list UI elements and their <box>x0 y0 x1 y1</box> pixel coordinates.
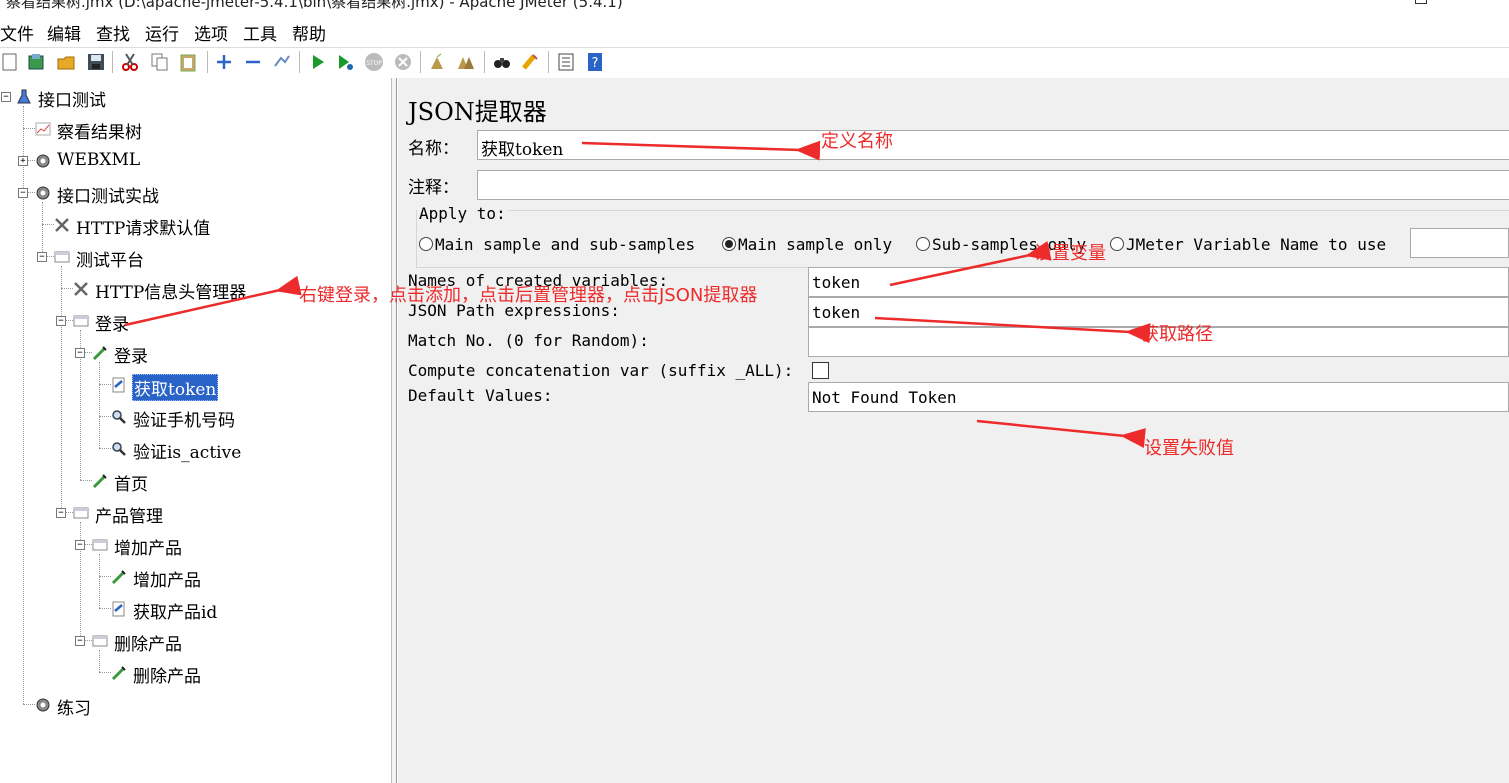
menu-options[interactable]: 选项 <box>194 20 228 45</box>
menu-bar: 文件 编辑 查找 运行 选项 工具 帮助 <box>0 18 1509 45</box>
menu-tools[interactable]: 工具 <box>243 20 277 45</box>
radio-button-icon <box>419 237 433 251</box>
flask-icon <box>17 89 31 104</box>
name-label: 名称： <box>408 139 459 159</box>
templates-icon[interactable] <box>26 52 46 72</box>
controller-icon <box>92 635 108 647</box>
radio-button-icon <box>1110 237 1124 251</box>
var-names-input[interactable]: token <box>808 267 1509 297</box>
note-define-name: 定义名称 <box>821 131 893 152</box>
expander-root[interactable]: − <box>1 92 11 102</box>
expander-delete-product[interactable]: − <box>75 636 85 646</box>
json-extractor-panel: JSON提取器 名称： 获取token 注释： Apply to: Main s… <box>398 78 1509 783</box>
svg-text:STOP: STOP <box>366 60 382 67</box>
default-values-input[interactable]: Not Found Token <box>808 382 1509 412</box>
note-right-click-hint: 右键登录，点击添加，点击后置管理器，点击JSON提取器 <box>299 285 758 306</box>
controller-icon <box>92 539 108 551</box>
menu-file[interactable]: 文件 <box>0 20 34 45</box>
gear-icon <box>36 154 50 168</box>
pipette-icon <box>92 346 107 361</box>
radio-button-selected-icon <box>722 237 736 251</box>
expander-platform[interactable]: − <box>37 252 47 262</box>
apply-to-label: Apply to: <box>417 204 508 223</box>
jmeter-variable-input[interactable] <box>1410 228 1509 258</box>
default-values-label: Default Values: <box>408 386 553 405</box>
controller-icon <box>73 315 89 327</box>
function-helper-icon[interactable] <box>556 52 576 72</box>
comment-label: 注释： <box>408 178 459 198</box>
save-icon[interactable] <box>86 52 106 72</box>
expander-webxml[interactable]: + <box>18 156 28 166</box>
expander-add-product[interactable]: − <box>75 540 85 550</box>
radio-jmeter-variable[interactable]: JMeter Variable Name to use <box>1110 235 1386 254</box>
concat-label: Compute concatenation var (suffix _ALL): <box>408 361 794 380</box>
controller-icon <box>73 507 89 519</box>
radio-main-and-sub[interactable]: Main sample and sub-samples <box>419 235 695 254</box>
comment-input[interactable] <box>477 170 1509 200</box>
start-icon[interactable] <box>308 52 328 72</box>
expander-login-sampler[interactable]: − <box>75 348 85 358</box>
svg-text:?: ? <box>592 56 599 71</box>
wrench-icon <box>74 282 88 296</box>
name-input[interactable]: 获取token <box>477 130 1509 160</box>
note-set-fail-value: 设置失败值 <box>1144 438 1234 459</box>
menu-help[interactable]: 帮助 <box>292 20 326 45</box>
clear-icon[interactable] <box>427 52 447 72</box>
toolbar: STOP ? <box>0 47 1509 78</box>
menu-search[interactable]: 查找 <box>96 20 130 45</box>
wrench-icon <box>55 218 69 232</box>
clear-all-icon[interactable] <box>456 52 476 72</box>
note-set-variable: 设置变量 <box>1034 243 1106 264</box>
expander-product-mgmt[interactable]: − <box>56 508 66 518</box>
copy-icon[interactable] <box>150 52 170 72</box>
menu-run[interactable]: 运行 <box>145 20 179 45</box>
controller-icon <box>54 251 70 263</box>
extractor-icon <box>112 601 125 617</box>
menu-edit[interactable]: 编辑 <box>47 20 81 45</box>
new-icon[interactable] <box>0 52 20 72</box>
help-icon[interactable]: ? <box>585 52 605 72</box>
open-icon[interactable] <box>56 52 76 72</box>
chart-icon <box>35 122 51 136</box>
search-icon[interactable] <box>492 52 512 72</box>
note-get-path: 获取路径 <box>1141 324 1213 345</box>
radio-button-icon <box>916 237 930 251</box>
window-title-bar: 察看结果树.jmx (D:\apache-jmeter-5.4.1\bin\察看… <box>0 0 1509 12</box>
gear-icon <box>36 186 50 200</box>
extractor-icon <box>112 377 125 393</box>
expander-combat[interactable]: − <box>18 188 28 198</box>
toggle-icon[interactable] <box>272 52 292 72</box>
magnifier-icon <box>112 442 126 456</box>
start-no-pause-icon[interactable] <box>335 52 355 72</box>
test-plan-tree: − + − − − − − − − 接口测试 察看结果树 WEBXML 接口测试… <box>0 78 391 783</box>
reset-search-icon[interactable] <box>520 52 540 72</box>
cut-icon[interactable] <box>120 52 140 72</box>
stop-icon[interactable]: STOP <box>364 52 384 72</box>
radio-main-only[interactable]: Main sample only <box>722 235 892 254</box>
panel-title: JSON提取器 <box>408 98 547 126</box>
gear-icon <box>36 698 50 712</box>
maximize-button[interactable] <box>1415 0 1427 4</box>
paste-icon[interactable] <box>178 52 198 72</box>
collapse-icon[interactable] <box>243 52 263 72</box>
panel-splitter[interactable] <box>391 78 397 783</box>
pipette-icon <box>111 666 126 681</box>
expander-login[interactable]: − <box>56 316 66 326</box>
match-no-label: Match No. (0 for Random): <box>408 331 649 350</box>
expand-icon[interactable] <box>214 52 234 72</box>
concat-checkbox[interactable] <box>812 362 829 379</box>
shutdown-icon[interactable] <box>393 52 413 72</box>
pipette-icon <box>92 474 107 489</box>
pipette-icon <box>111 570 126 585</box>
magnifier-icon <box>112 410 126 424</box>
window-title: 察看结果树.jmx (D:\apache-jmeter-5.4.1\bin\察看… <box>6 0 623 11</box>
